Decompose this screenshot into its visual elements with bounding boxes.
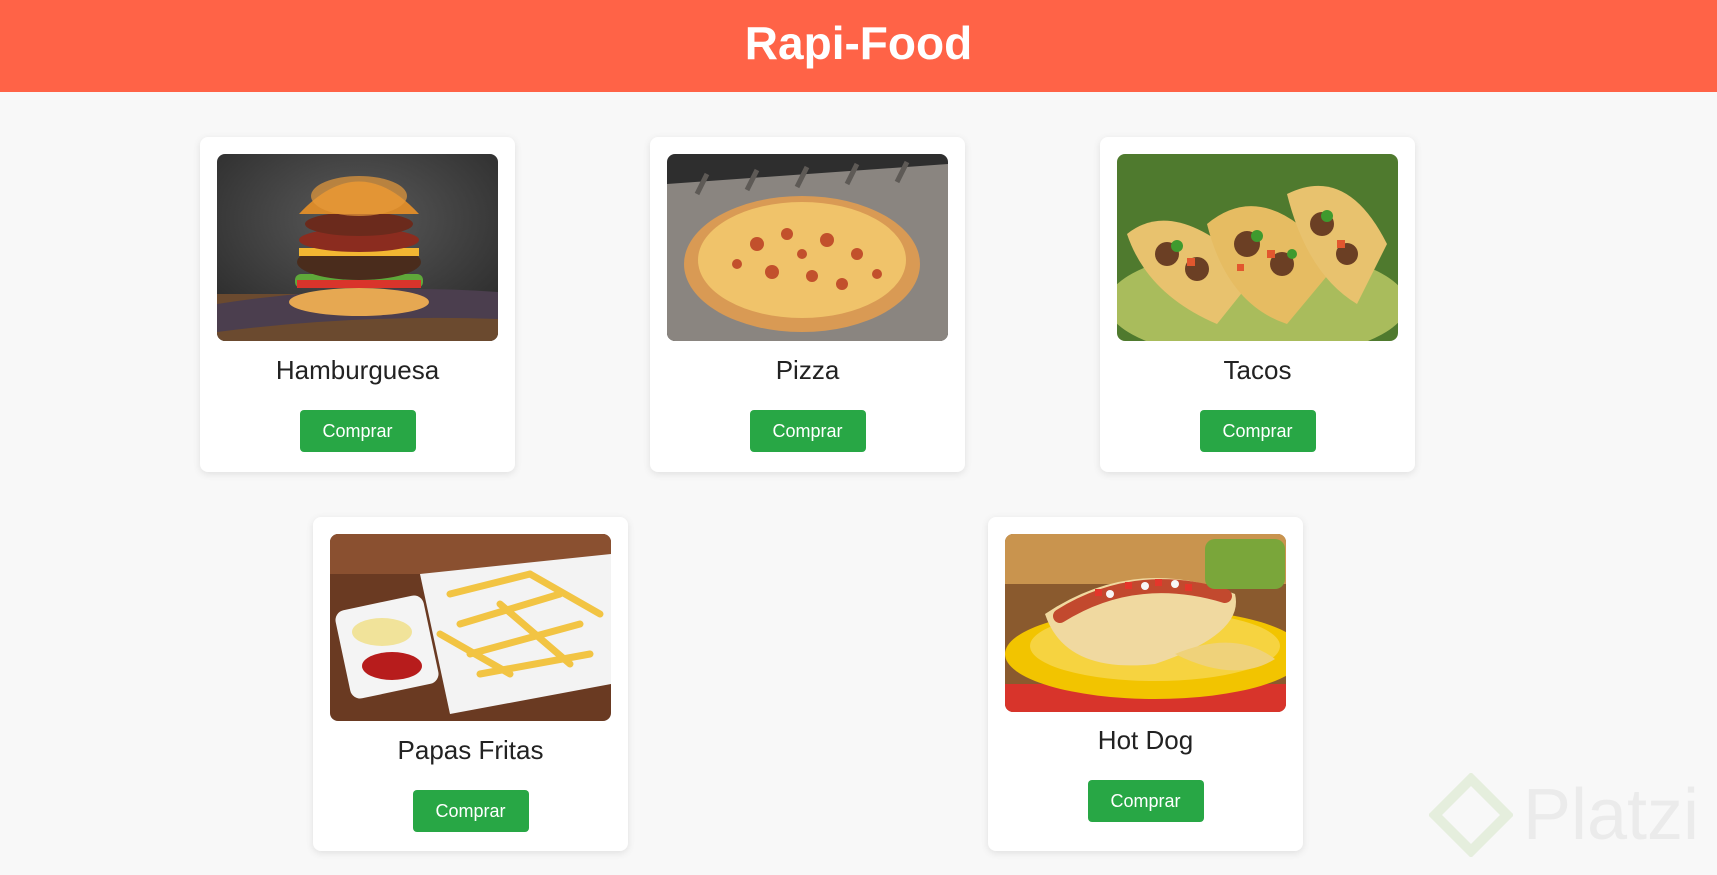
- site-header: Rapi-Food: [0, 0, 1717, 92]
- product-card-pizza: Pizza Comprar: [650, 137, 965, 472]
- product-name: Tacos: [1223, 355, 1292, 385]
- buy-button-tacos[interactable]: Comprar: [1199, 410, 1316, 452]
- tacos-image: [1117, 154, 1398, 341]
- hamburger-image: [217, 154, 498, 341]
- site-title: Rapi-Food: [744, 17, 973, 69]
- product-card-hamburguesa: Hamburguesa Comprar: [200, 137, 515, 472]
- product-name: Papas Fritas: [397, 735, 544, 765]
- product-card-tacos: Tacos Comprar: [1100, 137, 1415, 472]
- platzi-logo-icon: [1428, 773, 1513, 857]
- product-name: Pizza: [775, 355, 840, 385]
- hotdog-image: [1005, 534, 1286, 712]
- buy-button-papas-fritas[interactable]: Comprar: [412, 790, 529, 832]
- product-name: Hot Dog: [1097, 725, 1194, 755]
- buy-button-pizza[interactable]: Comprar: [749, 410, 866, 452]
- product-card-hot-dog: Hot Dog Comprar: [988, 517, 1303, 851]
- watermark-text: Platzi: [1522, 775, 1699, 855]
- product-card-papas-fritas: Papas Fritas Comprar: [313, 517, 628, 851]
- pizza-image: [667, 154, 948, 341]
- fries-image: [330, 534, 611, 721]
- platzi-watermark: Platzi: [1428, 773, 1699, 857]
- buy-button-hot-dog[interactable]: Comprar: [1087, 780, 1204, 822]
- product-name: Hamburguesa: [275, 355, 440, 385]
- buy-button-hamburguesa[interactable]: Comprar: [299, 410, 416, 452]
